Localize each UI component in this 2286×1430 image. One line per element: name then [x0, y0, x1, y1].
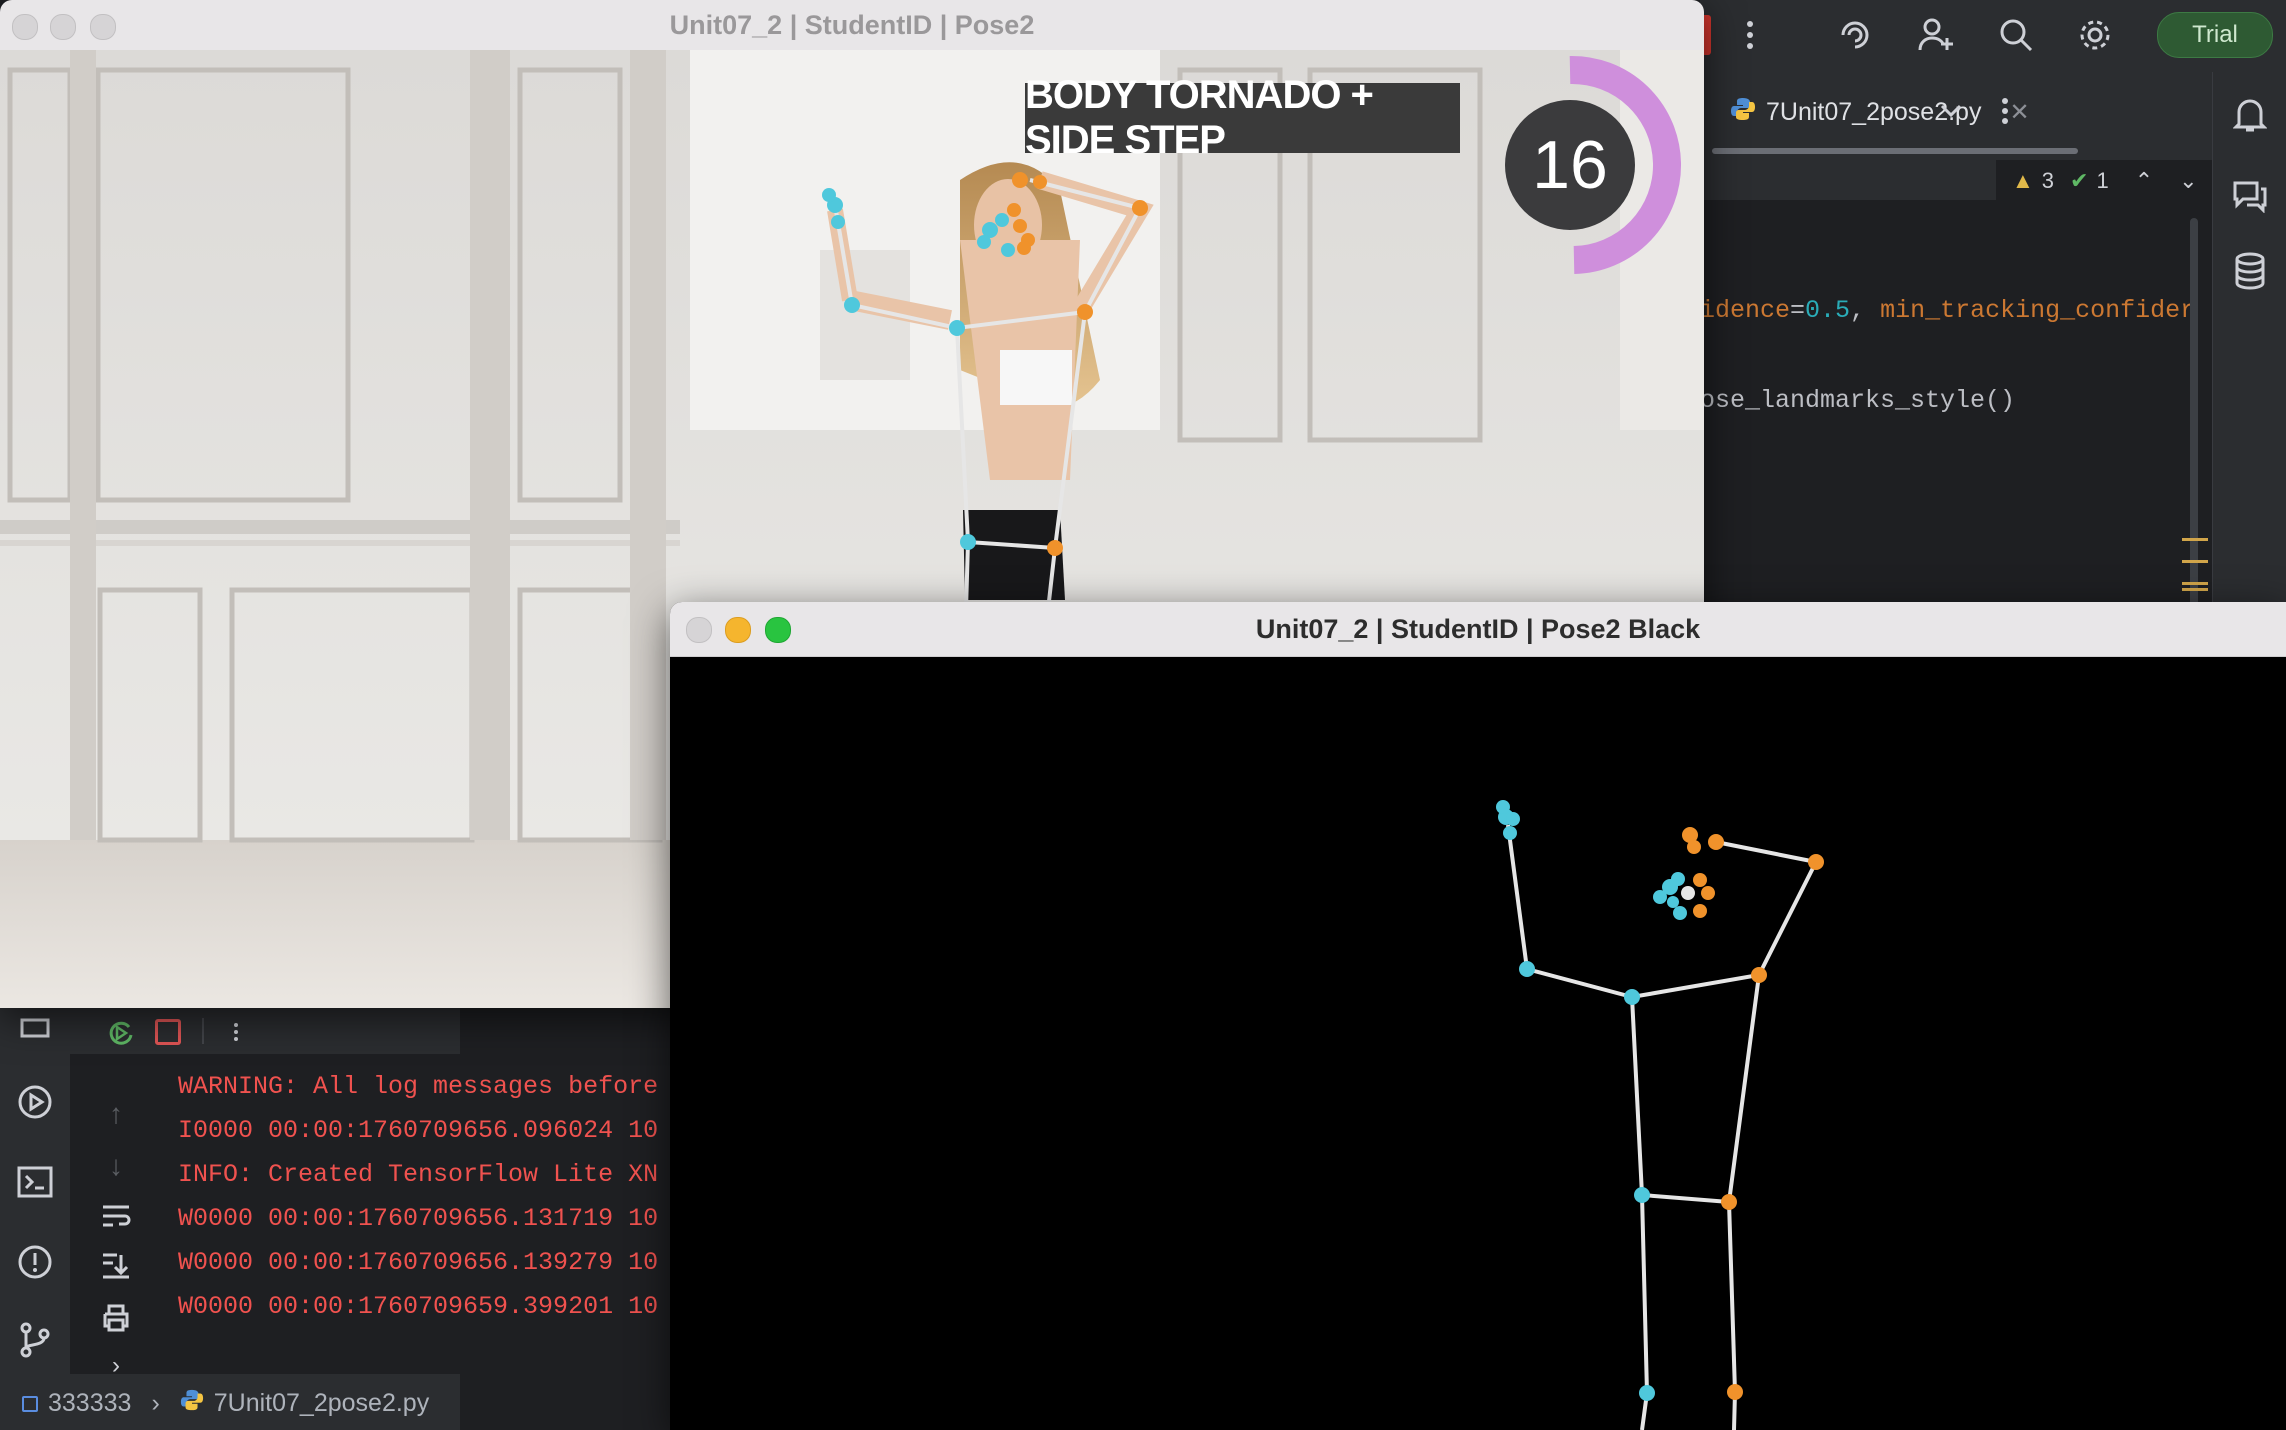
tool-window-stripe	[0, 1008, 70, 1374]
window-titlebar[interactable]: Unit07_2 | StudentID | Pose2	[0, 0, 1704, 51]
pose-skeleton	[1496, 800, 1824, 1430]
database-icon[interactable]	[2227, 248, 2273, 294]
scroll-marker	[2182, 538, 2208, 541]
module-icon	[22, 1395, 38, 1412]
active-tab-underline	[1712, 148, 2078, 154]
notifications-bell-icon[interactable]	[2227, 92, 2273, 138]
minimize-window-button[interactable]	[50, 14, 76, 40]
editor-inspection-bar: ▲ 3 ✔ 1 ⌃ ⌄	[1700, 160, 2212, 208]
print-icon[interactable]	[96, 1298, 136, 1338]
python-file-icon	[180, 1388, 204, 1419]
breadcrumb-chevron-icon: ›	[151, 1389, 160, 1417]
maximize-window-button[interactable]	[765, 617, 791, 643]
code-line-1: idence=0.5, min_tracking_confider	[1700, 296, 2196, 325]
ai-chat-icon[interactable]	[2227, 172, 2273, 218]
warning-icon: ▲	[2012, 168, 2034, 193]
chevron-down-icon[interactable]	[1928, 88, 1974, 134]
next-highlight-icon[interactable]: ⌄	[2179, 168, 2197, 194]
breadcrumb: 333333 › 7Unit07_2pose2.py	[22, 1388, 429, 1419]
problems-icon[interactable]	[15, 1242, 55, 1282]
trial-button[interactable]: Trial	[2157, 12, 2273, 58]
rep-counter-value: 16	[1532, 127, 1608, 203]
log-line: W0000 00:00:1760709659.399201 10	[178, 1292, 659, 1321]
inspection-widget[interactable]: ▲ 3 ✔ 1 ⌃ ⌄	[2012, 168, 2198, 194]
prev-highlight-icon[interactable]: ⌃	[2135, 168, 2153, 194]
skeleton-connections	[1506, 824, 1819, 1430]
window-titlebar[interactable]: Unit07_2 | StudentID | Pose2 Black	[670, 602, 2286, 657]
chair-rail	[0, 520, 680, 534]
stop-icon[interactable]	[148, 1012, 188, 1052]
python-file-icon	[1730, 96, 1756, 129]
run-toolbar	[70, 1008, 460, 1054]
passed-count: 1	[2096, 168, 2109, 193]
minimize-window-button[interactable]	[725, 617, 751, 643]
maximize-window-button[interactable]	[90, 14, 116, 40]
window-title: Unit07_2 | StudentID | Pose2 Black	[1255, 613, 1701, 644]
editor-breadcrumb-strip	[1700, 160, 1996, 200]
log-line: I0000 00:00:1760709656.096024 10	[178, 1116, 659, 1145]
soft-wrap-icon[interactable]	[96, 1196, 136, 1236]
console-side-toolbar: ↑ ↓ ›	[70, 1054, 136, 1379]
editor-vertical-scrollbar[interactable]	[2190, 218, 2198, 608]
scroll-marker	[2182, 588, 2208, 591]
warning-count: 3	[2041, 168, 2055, 193]
close-window-button[interactable]	[686, 617, 712, 643]
rerun-icon[interactable]	[100, 1012, 140, 1052]
git-icon[interactable]	[15, 1320, 55, 1360]
more-options-icon[interactable]	[216, 1012, 256, 1052]
breadcrumb-file[interactable]: 7Unit07_2pose2.py	[214, 1389, 429, 1418]
run-console[interactable]: ↑ ↓ › WARNING: All log messages before I…	[70, 1008, 658, 1379]
search-icon[interactable]	[1993, 12, 2039, 58]
status-bar: 333333 › 7Unit07_2pose2.py	[0, 1374, 460, 1430]
tab-more-icon[interactable]	[1982, 88, 2028, 134]
skeleton-landmarks	[1496, 800, 1824, 1401]
ai-assistant-icon[interactable]	[1832, 12, 1878, 58]
window-title: Unit07_2 | StudentID | Pose2	[669, 9, 1035, 40]
floor	[0, 840, 680, 1008]
scroll-marker	[2182, 582, 2208, 585]
add-user-icon[interactable]	[1913, 12, 1959, 58]
chair-rail-lower	[0, 540, 680, 546]
scroll-down-icon[interactable]: ↓	[96, 1146, 136, 1186]
settings-gear-icon[interactable]	[2072, 12, 2118, 58]
scroll-marker	[2182, 560, 2208, 563]
toolbar-divider	[202, 1018, 204, 1044]
log-line: WARNING: All log messages before	[178, 1072, 659, 1101]
log-line: W0000 00:00:1760709656.131719 10	[178, 1204, 659, 1233]
close-window-button[interactable]	[12, 14, 38, 40]
scroll-to-end-icon[interactable]	[96, 1246, 136, 1286]
log-line: W0000 00:00:1760709656.139279 10	[178, 1248, 659, 1277]
editor-tab-bar: 7Unit07_2pose2.py ✕	[1700, 72, 2212, 160]
run-icon[interactable]	[15, 1082, 55, 1122]
exercise-banner: BODY TORNADO + SIDE STEP	[1025, 73, 1460, 162]
breadcrumb-project[interactable]: 333333	[48, 1389, 131, 1418]
pose-skeleton-canvas	[670, 657, 2286, 1430]
log-line: INFO: Created TensorFlow Lite XN	[178, 1160, 659, 1189]
code-line-2: ose_landmarks_style()	[1700, 386, 2016, 415]
scroll-up-icon[interactable]: ↑	[96, 1094, 136, 1134]
check-icon: ✔	[2070, 168, 2089, 193]
python-console-icon[interactable]	[15, 1008, 55, 1048]
pose-black-window[interactable]: Unit07_2 | StudentID | Pose2 Black	[670, 602, 2286, 1430]
more-vertical-icon[interactable]	[1727, 12, 1773, 58]
terminal-icon[interactable]	[15, 1162, 55, 1202]
